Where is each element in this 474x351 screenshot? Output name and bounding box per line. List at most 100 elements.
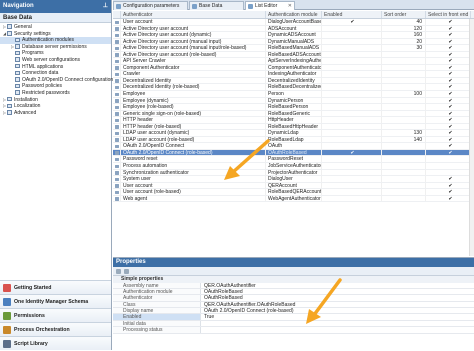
cell-sort-order[interactable]: 100 [382,91,426,97]
cell-sort-order[interactable] [382,176,426,182]
launcher-item[interactable]: Permissions [0,308,111,322]
cell-sort-order[interactable] [382,77,426,84]
cell-sort-order[interactable] [382,143,426,149]
cell-select-in-front-end[interactable] [426,169,474,176]
property-row[interactable]: Processing status [113,327,474,334]
cell-select-in-front-end[interactable]: ✔ [426,25,474,32]
tree-node[interactable]: Restricted passwords [0,90,111,97]
cell-select-in-front-end[interactable]: ✔ [426,110,474,117]
cell-enabled[interactable] [322,110,382,117]
cell-enabled[interactable] [322,58,382,64]
cell-sort-order[interactable] [382,195,426,202]
cell-select-in-front-end[interactable]: ✔ [426,45,474,51]
cell-enabled[interactable] [322,32,382,38]
property-value[interactable]: True [201,314,214,320]
cell-sort-order[interactable]: 30 [382,45,426,51]
tree-node[interactable]: ▷ General [0,24,111,31]
launcher-item[interactable]: Getting Started [0,280,111,294]
tree-node[interactable]: Connection data [0,70,111,77]
cell-sort-order[interactable] [382,84,426,91]
cell-enabled[interactable] [322,64,382,71]
alphabetical-icon[interactable] [124,269,129,274]
property-value[interactable]: QER.OAuthAuthentifier.OAuthRoleBased [201,302,295,308]
cell-sort-order[interactable]: 140 [382,136,426,143]
categorized-icon[interactable] [116,269,121,274]
cell-enabled[interactable] [322,156,382,163]
cell-enabled[interactable] [322,91,382,97]
cell-enabled[interactable] [322,25,382,32]
cell-sort-order[interactable] [382,58,426,64]
cell-enabled[interactable] [322,71,382,77]
cell-enabled[interactable] [322,130,382,136]
cell-sort-order[interactable] [382,182,426,189]
cell-enabled[interactable] [322,51,382,58]
cell-enabled[interactable] [322,117,382,123]
cell-enabled[interactable] [322,77,382,84]
cell-sort-order[interactable]: 40 [382,19,426,25]
column-sort-order[interactable]: Sort order [382,11,426,18]
cell-select-in-front-end[interactable]: ✔ [426,71,474,77]
launcher-item[interactable]: Script Library [0,336,111,350]
cell-select-in-front-end[interactable]: ✔ [426,123,474,130]
tree-node[interactable]: OAuth 2.0/OpenID Connect configuration [0,77,113,84]
cell-select-in-front-end[interactable]: ✔ [426,136,474,143]
cell-select-in-front-end[interactable]: ✔ [426,117,474,123]
cell-sort-order[interactable] [382,97,426,104]
cell-sort-order[interactable] [382,123,426,130]
grid-scrollbar[interactable] [469,19,474,256]
cell-select-in-front-end[interactable]: ✔ [426,84,474,91]
cell-sort-order[interactable] [382,64,426,71]
cell-sort-order[interactable] [382,189,426,195]
launcher-item[interactable]: Process Orchestration [0,322,111,336]
cell-sort-order[interactable] [382,163,426,169]
property-value[interactable]: QER.OAuthAuthentifier [201,283,256,289]
column-authentication-module[interactable]: Authentication module [266,11,322,18]
cell-select-in-front-end[interactable]: ✔ [426,143,474,149]
cell-enabled[interactable] [322,182,382,189]
cell-enabled[interactable] [322,176,382,182]
cell-enabled[interactable] [322,136,382,143]
cell-select-in-front-end[interactable]: ✔ [426,97,474,104]
cell-sort-order[interactable] [382,71,426,77]
cell-select-in-front-end[interactable]: ✔ [426,195,474,202]
cell-select-in-front-end[interactable]: ✔ [426,104,474,110]
column-select-in-front-end[interactable]: Select in front end [426,11,471,18]
cell-select-in-front-end[interactable]: ✔ [426,51,474,58]
cell-select-in-front-end[interactable] [426,163,474,169]
tree-node[interactable]: Programs [0,50,111,57]
cell-select-in-front-end[interactable]: ✔ [426,182,474,189]
cell-select-in-front-end[interactable]: ✔ [426,38,474,45]
cell-sort-order[interactable] [382,104,426,110]
cell-sort-order[interactable]: 120 [382,25,426,32]
tab[interactable]: List Editor ✕ [245,1,295,10]
property-value[interactable]: OAuth 2.0/OpenID Connect (role-based) [201,308,294,314]
cell-select-in-front-end[interactable] [426,156,474,163]
cell-sort-order[interactable] [382,169,426,176]
cell-sort-order[interactable] [382,117,426,123]
column-enabled[interactable]: Enabled [322,11,382,18]
cell-select-in-front-end[interactable]: ✔ [426,176,474,182]
cell-enabled[interactable] [322,45,382,51]
tree-node[interactable]: ▷ Localization [0,103,111,110]
cell-sort-order[interactable] [382,149,426,156]
cell-sort-order[interactable] [382,110,426,117]
cell-enabled[interactable] [322,97,382,104]
cell-enabled[interactable] [322,169,382,176]
tree-node[interactable]: HTML applications [0,64,111,71]
property-value[interactable] [201,321,204,326]
cell-sort-order[interactable] [382,51,426,58]
pin-icon[interactable]: ⊥ [103,0,108,13]
property-value[interactable]: OAuthRoleBased [201,295,243,301]
tree-node[interactable]: ▷ Advanced [0,110,111,117]
tree-node[interactable]: ◢ Security settings [0,31,111,38]
cell-sort-order[interactable]: 20 [382,38,426,45]
table-row[interactable]: Web agent WebAgentAuthenticator ✔ [113,195,474,203]
cell-select-in-front-end[interactable]: ✔ [426,91,474,97]
tree-node[interactable]: ▷ Installation [0,97,111,104]
cell-enabled[interactable]: ✔ [322,19,382,25]
property-value[interactable] [201,327,204,332]
tab[interactable]: Base Data [189,1,244,10]
tree-node[interactable]: Authentication modules [0,37,111,44]
cell-select-in-front-end[interactable]: ✔ [426,149,474,156]
cell-sort-order[interactable]: 130 [382,130,426,136]
